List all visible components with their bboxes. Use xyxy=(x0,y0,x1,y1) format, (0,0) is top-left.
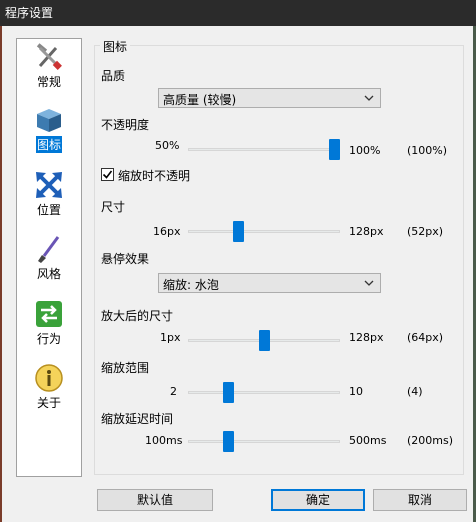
chevron-down-icon xyxy=(364,280,374,286)
cancel-button[interactable]: 取消 xyxy=(373,489,467,511)
size-label: 尺寸 xyxy=(101,200,126,214)
zoom-delay-slider[interactable] xyxy=(188,431,340,453)
slider-thumb[interactable] xyxy=(233,221,244,242)
group-title: 图标 xyxy=(100,38,131,55)
sidebar: 常规 图标 位置 风格 行为 关于 xyxy=(16,38,82,477)
quality-label: 品质 xyxy=(101,69,126,83)
sidebar-item-label: 关于 xyxy=(36,396,61,410)
sidebar-item-icon[interactable]: 图标 xyxy=(17,105,81,165)
hover-effect-select[interactable]: 缩放: 水泡 xyxy=(158,273,381,293)
sidebar-item-position[interactable]: 位置 xyxy=(17,170,81,230)
size-current: (52px) xyxy=(407,225,444,238)
slider-track xyxy=(188,440,340,443)
opacity-min: 50% xyxy=(155,139,180,152)
quality-select-value: 高质量 (较慢) xyxy=(163,93,237,107)
size-min: 16px xyxy=(153,225,181,238)
hover-effect-select-value: 缩放: 水泡 xyxy=(163,278,219,292)
zoom-delay-current: (200ms) xyxy=(407,434,454,447)
opaque-zoom-checkbox[interactable] xyxy=(101,168,114,181)
zoom-delay-max: 500ms xyxy=(349,434,387,447)
size-slider[interactable] xyxy=(188,221,340,243)
slider-thumb[interactable] xyxy=(259,330,270,351)
zoom-range-max: 10 xyxy=(349,385,363,398)
slider-thumb[interactable] xyxy=(223,382,234,403)
zoom-range-label: 缩放范围 xyxy=(101,361,150,375)
opaque-zoom-label: 缩放时不透明 xyxy=(118,169,191,183)
sidebar-item-label: 行为 xyxy=(36,332,61,346)
opacity-current: (100%) xyxy=(407,144,448,157)
sidebar-item-behavior[interactable]: 行为 xyxy=(17,299,81,359)
hover-effect-label: 悬停效果 xyxy=(101,252,150,266)
zoom-range-current: (4) xyxy=(407,385,423,398)
zoom-range-slider[interactable] xyxy=(188,382,340,404)
opacity-slider[interactable] xyxy=(188,139,340,161)
slider-track xyxy=(188,230,340,233)
slider-track xyxy=(188,391,340,394)
zoom-size-max: 128px xyxy=(349,331,384,344)
size-max: 128px xyxy=(349,225,384,238)
arrows-icon xyxy=(36,172,62,198)
sidebar-item-label: 常规 xyxy=(36,75,61,89)
default-values-button[interactable]: 默认值 xyxy=(97,489,213,511)
brush-icon xyxy=(38,236,60,263)
window-border-left xyxy=(0,26,2,522)
opacity-label: 不透明度 xyxy=(101,118,150,132)
sidebar-item-about[interactable]: 关于 xyxy=(17,363,81,423)
box-icon xyxy=(37,109,61,132)
zoom-range-min: 2 xyxy=(170,385,177,398)
zoom-delay-label: 缩放延迟时间 xyxy=(101,412,174,426)
chevron-down-icon xyxy=(364,95,374,101)
slider-thumb[interactable] xyxy=(223,431,234,452)
slider-thumb[interactable] xyxy=(329,139,340,160)
zoom-size-slider[interactable] xyxy=(188,330,340,352)
sidebar-item-label: 图标 xyxy=(35,136,62,153)
sidebar-item-label: 风格 xyxy=(36,267,61,281)
tools-icon xyxy=(36,43,62,70)
sidebar-item-general[interactable]: 常规 xyxy=(17,42,81,102)
zoom-delay-min: 100ms xyxy=(145,434,183,447)
zoom-size-label: 放大后的尺寸 xyxy=(101,309,174,323)
info-icon xyxy=(35,364,63,392)
ok-button[interactable]: 确定 xyxy=(271,489,365,511)
sidebar-item-label: 位置 xyxy=(36,203,61,217)
zoom-size-current: (64px) xyxy=(407,331,444,344)
title-bar: 程序设置 xyxy=(0,0,476,26)
window-title: 程序设置 xyxy=(5,6,54,20)
slider-track xyxy=(188,148,340,151)
exchange-icon xyxy=(36,301,62,327)
sidebar-item-style[interactable]: 风格 xyxy=(17,234,81,294)
zoom-size-min: 1px xyxy=(160,331,181,344)
check-icon xyxy=(102,170,113,179)
quality-select[interactable]: 高质量 (较慢) xyxy=(158,88,381,108)
opacity-max: 100% xyxy=(349,144,381,157)
